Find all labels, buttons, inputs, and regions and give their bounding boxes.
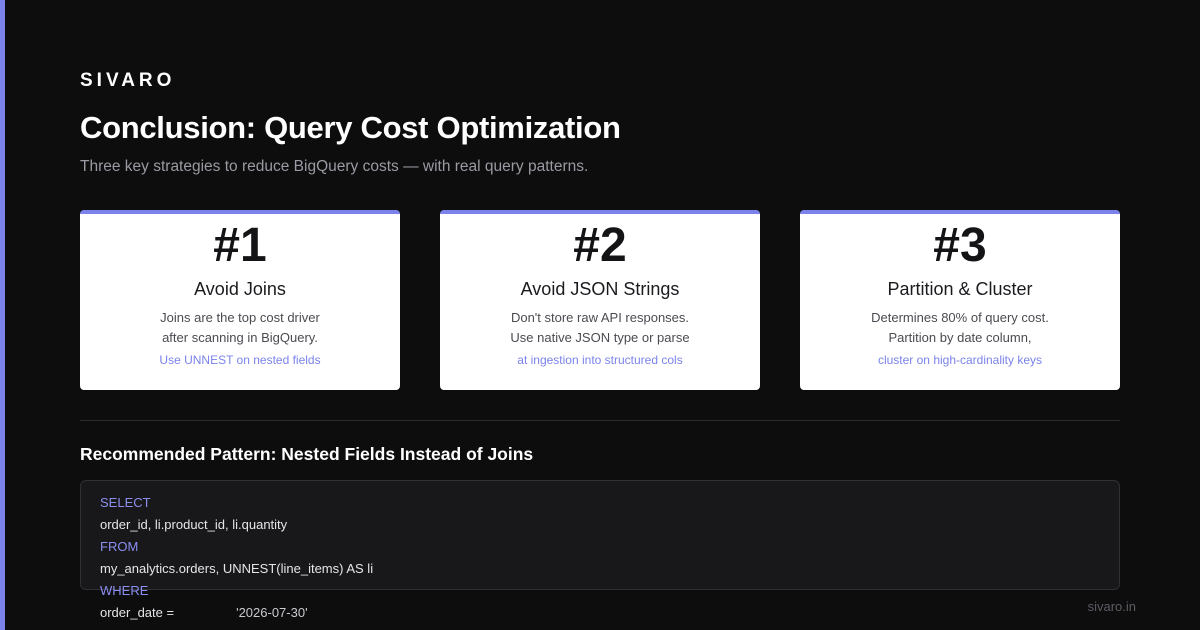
card-hint: cluster on high-cardinality keys xyxy=(877,353,1043,367)
left-accent-bar xyxy=(0,0,5,630)
section-divider xyxy=(80,420,1120,421)
code-where-value: '2026-07-30' xyxy=(236,605,308,620)
card-description-line: Use native JSON type or parse xyxy=(510,330,690,345)
card-description-line: after scanning in BigQuery. xyxy=(162,330,318,345)
card-number: #3 xyxy=(933,219,987,272)
card-title: Partition & Cluster xyxy=(887,279,1033,299)
card-hint: Use UNNEST on nested fields xyxy=(159,353,321,367)
code-where-lhs: order_date = xyxy=(100,605,175,620)
card-hint: at ingestion into structured cols xyxy=(517,353,683,367)
card-number: #1 xyxy=(213,219,267,272)
strategy-cards: #1 Avoid Joins Joins are the top cost dr… xyxy=(80,210,1120,390)
card-description-line: Joins are the top cost driver xyxy=(160,310,320,325)
code-line-where: order_date = '2026-07-30' xyxy=(100,602,373,624)
page-subtitle: Three key strategies to reduce BigQuery … xyxy=(80,158,589,175)
footer-site-url: sivaro.in xyxy=(1087,599,1136,614)
strategy-card-2: #2 Avoid JSON Strings Don't store raw AP… xyxy=(440,210,760,390)
code-line-from: my_analytics.orders, UNNEST(line_items) … xyxy=(100,561,374,576)
strategy-card-1: #1 Avoid Joins Joins are the top cost dr… xyxy=(80,210,400,390)
card-description-line: Determines 80% of query cost. xyxy=(871,310,1049,325)
code-keyword-where: WHERE xyxy=(100,583,149,598)
page-title: Conclusion: Query Cost Optimization xyxy=(80,110,621,145)
code-line-select-cols: order_id, li.product_id, li.quantity xyxy=(100,517,288,532)
card-description-line: Partition by date column, xyxy=(888,330,1032,345)
strategy-card-3: #3 Partition & Cluster Determines 80% of… xyxy=(800,210,1120,390)
code-keyword-from: FROM xyxy=(100,539,139,554)
brand-logo-text: SIVARO xyxy=(80,70,176,91)
section-title: Recommended Pattern: Nested Fields Inste… xyxy=(80,444,534,464)
card-number: #2 xyxy=(573,219,627,272)
card-title: Avoid JSON Strings xyxy=(520,279,680,299)
card-description-line: Don't store raw API responses. xyxy=(510,310,690,325)
card-title: Avoid Joins xyxy=(194,279,286,299)
code-lines: SELECT order_id, li.product_id, li.quant… xyxy=(100,492,373,624)
code-keyword-select: SELECT xyxy=(100,495,151,510)
